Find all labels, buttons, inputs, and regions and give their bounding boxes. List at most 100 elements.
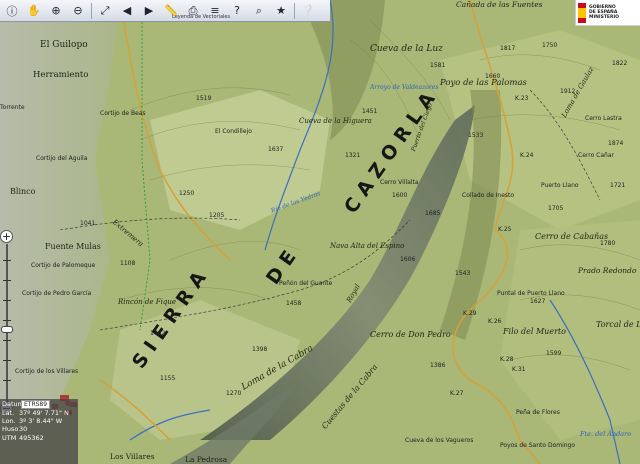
lon-value: 3º 3' 8.44" W — [19, 417, 63, 426]
road-code: K.23 — [515, 95, 529, 102]
zoom-tick — [3, 380, 11, 381]
road-code: K.25 — [498, 226, 512, 233]
elevation-label: 1912 — [560, 88, 576, 95]
place-label: Cerro de Don Pedro — [370, 330, 451, 339]
road-code: K.24 — [520, 152, 534, 159]
pan-hand-icon[interactable]: ✋ — [24, 1, 44, 21]
elevation-label: 1519 — [196, 95, 212, 102]
elevation-label: 1637 — [268, 146, 284, 153]
road-code: K.27 — [450, 390, 464, 397]
elevation-label: 1874 — [608, 140, 624, 147]
info-icon[interactable]: ⓘ — [2, 1, 22, 21]
utm-value: 495362 — [19, 433, 44, 442]
elevation-label: 1822 — [612, 60, 628, 67]
place-label: Cueva de la Luz — [370, 44, 443, 54]
previous-extent-icon[interactable]: ◀ — [117, 1, 137, 21]
place-label: Puerto Llano — [541, 182, 579, 189]
place-label: Nava Alta del Espino — [330, 242, 405, 250]
road-code: K.26 — [488, 318, 502, 325]
place-label: Fuente Mulas — [45, 242, 101, 251]
elevation-label: 1402 — [150, 330, 166, 337]
place-label: Peña de Flores — [516, 409, 560, 416]
zoom-thumb[interactable] — [1, 326, 13, 333]
place-label: Torrente — [0, 104, 25, 111]
elevation-label: 1451 — [362, 108, 378, 115]
elevation-label: 1606 — [400, 256, 416, 263]
elevation-label: 1250 — [179, 190, 195, 197]
place-label: Collado de Inesto — [462, 192, 515, 199]
zoom-tick — [3, 280, 11, 281]
river-label: Arroyo de Valdeazores — [370, 84, 439, 91]
search-icon[interactable]: ⌕ — [249, 1, 269, 21]
place-label: Cerro Villalta — [380, 179, 419, 186]
place-label: El Condillejo — [215, 128, 252, 135]
zoom-tick — [3, 260, 11, 261]
spain-flag-icon — [578, 2, 586, 23]
legend-label[interactable]: Leyenda de Vectoriales — [172, 14, 230, 20]
place-label: Cerro Lastra — [585, 115, 622, 122]
zoom-plus-button[interactable]: + — [0, 230, 13, 243]
zoom-out-icon[interactable]: ⊖ — [68, 1, 88, 21]
elevation-label: 1599 — [546, 350, 562, 357]
place-label: Puntal de Puerto Llano — [497, 290, 565, 297]
elevation-label: 1041 — [80, 220, 96, 227]
elevation-label: 1321 — [345, 152, 361, 159]
lat-value: 37º 49' 7.71" N — [19, 409, 69, 417]
elevation-label: 1543 — [455, 270, 471, 277]
toolbar-separator — [294, 2, 295, 19]
elevation-label: 1533 — [468, 132, 484, 139]
zoom-slider[interactable]: + − — [0, 230, 14, 416]
datum-select[interactable]: ETRS89 — [21, 400, 51, 409]
river-label: Fte. del Ándaro — [580, 430, 632, 438]
utm-row: UTM 495362 — [2, 434, 76, 442]
place-label: Poyos de Santo Domingo — [500, 442, 576, 449]
huso-value: 30 — [19, 425, 28, 434]
datum-label: Datum — [2, 400, 24, 408]
huso-label: Huso — [2, 425, 19, 434]
place-label: La Pedrosa — [185, 455, 228, 464]
utm-label: UTM — [2, 433, 17, 442]
place-label: Los Villares — [110, 452, 155, 461]
place-label: Cueva de los Vagueros — [405, 437, 474, 444]
elevation-label: 1581 — [430, 62, 446, 69]
place-label: Cortijo de los Villares — [15, 368, 79, 375]
elevation-label: 1817 — [500, 45, 516, 52]
logo-text: GOBIERNO DE ESPAÑA MINISTERIO — [589, 5, 619, 20]
full-extent-icon[interactable]: ⤢ — [95, 1, 115, 21]
place-label: Cañada de las Fuentes — [456, 0, 543, 9]
elevation-label: 1627 — [530, 298, 546, 305]
place-label: Cueva de la Higuera — [299, 117, 372, 125]
place-label: Cerro de Cabañas — [535, 232, 609, 241]
place-label: Cortijo de Palomeque — [31, 262, 96, 269]
next-extent-icon[interactable]: ▶ — [139, 1, 159, 21]
elevation-label: 1600 — [392, 192, 408, 199]
place-label: Cortijo de Beas — [100, 110, 146, 117]
road-code: K.31 — [512, 366, 526, 373]
zoom-track — [6, 244, 8, 402]
elevation-label: 1398 — [252, 346, 268, 353]
elevation-label: 1205 — [209, 212, 225, 219]
lat-label: Lat. — [2, 409, 15, 417]
place-label: Peñón del Guante — [279, 280, 333, 287]
zoom-in-icon[interactable]: ⊕ — [46, 1, 66, 21]
favorite-icon[interactable]: ★ — [271, 1, 291, 21]
place-label: El Guilopo — [40, 40, 88, 50]
place-label: Prado Redondo — [578, 266, 637, 275]
place-label: Cerro Cañar — [578, 152, 614, 159]
place-label: Torcal de Linar — [596, 320, 640, 329]
place-label: Blinco — [10, 187, 36, 196]
elevation-label: 1660 — [485, 73, 501, 80]
elevation-label: 1705 — [548, 205, 564, 212]
help-icon[interactable]: ❔ — [298, 1, 318, 21]
datum-row: Datum ETRS89 — [2, 400, 76, 409]
place-label: Rincón de Fique — [118, 298, 176, 306]
lat-row: Lat. 37º 49' 7.71" N — [2, 409, 76, 417]
zoom-tick — [3, 340, 11, 341]
road-code: K.29 — [463, 310, 477, 317]
elevation-label: 1721 — [610, 182, 626, 189]
map-viewer: SIERRA DE CAZORLA El Guilopo Herramiento… — [0, 0, 640, 464]
elevation-label: 1750 — [542, 42, 558, 49]
elevation-label: 1155 — [160, 375, 176, 382]
huso-row: Huso 30 — [2, 425, 76, 433]
road-code: K.28 — [500, 356, 514, 363]
